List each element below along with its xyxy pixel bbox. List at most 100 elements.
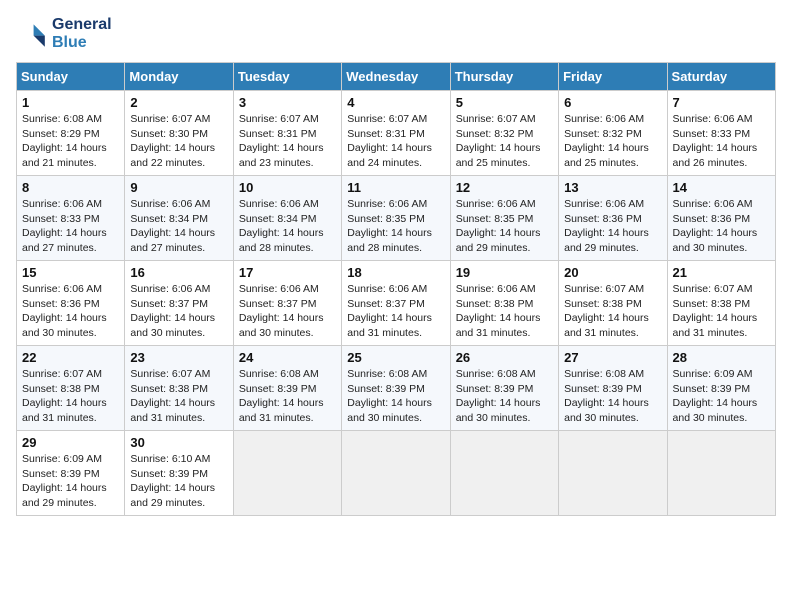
day-cell-9: 9 Sunrise: 6:06 AM Sunset: 8:34 PM Dayli… [125, 176, 233, 261]
day-number: 15 [22, 265, 119, 280]
day-cell-2: 2 Sunrise: 6:07 AM Sunset: 8:30 PM Dayli… [125, 91, 233, 176]
day-number: 16 [130, 265, 227, 280]
day-detail: Sunrise: 6:08 AM Sunset: 8:39 PM Dayligh… [564, 367, 661, 426]
day-cell-20: 20 Sunrise: 6:07 AM Sunset: 8:38 PM Dayl… [559, 261, 667, 346]
day-cell-4: 4 Sunrise: 6:07 AM Sunset: 8:31 PM Dayli… [342, 91, 450, 176]
header-sunday: Sunday [17, 63, 125, 91]
logo-text: General Blue [52, 16, 112, 52]
day-detail: Sunrise: 6:08 AM Sunset: 8:39 PM Dayligh… [347, 367, 444, 426]
day-number: 11 [347, 180, 444, 195]
day-cell-1: 1 Sunrise: 6:08 AM Sunset: 8:29 PM Dayli… [17, 91, 125, 176]
day-number: 25 [347, 350, 444, 365]
header-thursday: Thursday [450, 63, 558, 91]
day-detail: Sunrise: 6:06 AM Sunset: 8:37 PM Dayligh… [130, 282, 227, 341]
day-number: 23 [130, 350, 227, 365]
day-detail: Sunrise: 6:08 AM Sunset: 8:29 PM Dayligh… [22, 112, 119, 171]
day-number: 21 [673, 265, 770, 280]
header-monday: Monday [125, 63, 233, 91]
day-number: 17 [239, 265, 336, 280]
logo: General Blue [16, 16, 112, 52]
day-detail: Sunrise: 6:06 AM Sunset: 8:34 PM Dayligh… [130, 197, 227, 256]
day-cell-18: 18 Sunrise: 6:06 AM Sunset: 8:37 PM Dayl… [342, 261, 450, 346]
day-detail: Sunrise: 6:08 AM Sunset: 8:39 PM Dayligh… [239, 367, 336, 426]
day-number: 14 [673, 180, 770, 195]
day-detail: Sunrise: 6:07 AM Sunset: 8:38 PM Dayligh… [673, 282, 770, 341]
empty-cell [342, 431, 450, 516]
day-number: 6 [564, 95, 661, 110]
day-cell-8: 8 Sunrise: 6:06 AM Sunset: 8:33 PM Dayli… [17, 176, 125, 261]
day-number: 19 [456, 265, 553, 280]
day-number: 9 [130, 180, 227, 195]
header-wednesday: Wednesday [342, 63, 450, 91]
week-row-5: 29 Sunrise: 6:09 AM Sunset: 8:39 PM Dayl… [17, 431, 776, 516]
day-detail: Sunrise: 6:06 AM Sunset: 8:35 PM Dayligh… [456, 197, 553, 256]
day-cell-26: 26 Sunrise: 6:08 AM Sunset: 8:39 PM Dayl… [450, 346, 558, 431]
day-cell-23: 23 Sunrise: 6:07 AM Sunset: 8:38 PM Dayl… [125, 346, 233, 431]
day-cell-28: 28 Sunrise: 6:09 AM Sunset: 8:39 PM Dayl… [667, 346, 775, 431]
day-detail: Sunrise: 6:06 AM Sunset: 8:36 PM Dayligh… [564, 197, 661, 256]
day-detail: Sunrise: 6:06 AM Sunset: 8:35 PM Dayligh… [347, 197, 444, 256]
day-detail: Sunrise: 6:06 AM Sunset: 8:38 PM Dayligh… [456, 282, 553, 341]
day-cell-3: 3 Sunrise: 6:07 AM Sunset: 8:31 PM Dayli… [233, 91, 341, 176]
day-number: 3 [239, 95, 336, 110]
day-cell-19: 19 Sunrise: 6:06 AM Sunset: 8:38 PM Dayl… [450, 261, 558, 346]
day-number: 26 [456, 350, 553, 365]
day-detail: Sunrise: 6:06 AM Sunset: 8:33 PM Dayligh… [673, 112, 770, 171]
day-number: 28 [673, 350, 770, 365]
day-detail: Sunrise: 6:09 AM Sunset: 8:39 PM Dayligh… [673, 367, 770, 426]
week-row-4: 22 Sunrise: 6:07 AM Sunset: 8:38 PM Dayl… [17, 346, 776, 431]
day-number: 4 [347, 95, 444, 110]
logo-icon [16, 18, 48, 50]
day-detail: Sunrise: 6:06 AM Sunset: 8:37 PM Dayligh… [239, 282, 336, 341]
day-cell-27: 27 Sunrise: 6:08 AM Sunset: 8:39 PM Dayl… [559, 346, 667, 431]
day-number: 1 [22, 95, 119, 110]
day-number: 10 [239, 180, 336, 195]
day-cell-25: 25 Sunrise: 6:08 AM Sunset: 8:39 PM Dayl… [342, 346, 450, 431]
week-row-1: 1 Sunrise: 6:08 AM Sunset: 8:29 PM Dayli… [17, 91, 776, 176]
day-cell-12: 12 Sunrise: 6:06 AM Sunset: 8:35 PM Dayl… [450, 176, 558, 261]
day-cell-16: 16 Sunrise: 6:06 AM Sunset: 8:37 PM Dayl… [125, 261, 233, 346]
day-number: 7 [673, 95, 770, 110]
day-cell-15: 15 Sunrise: 6:06 AM Sunset: 8:36 PM Dayl… [17, 261, 125, 346]
day-number: 18 [347, 265, 444, 280]
weekday-header-row: Sunday Monday Tuesday Wednesday Thursday… [17, 63, 776, 91]
day-cell-29: 29 Sunrise: 6:09 AM Sunset: 8:39 PM Dayl… [17, 431, 125, 516]
day-cell-17: 17 Sunrise: 6:06 AM Sunset: 8:37 PM Dayl… [233, 261, 341, 346]
day-detail: Sunrise: 6:07 AM Sunset: 8:30 PM Dayligh… [130, 112, 227, 171]
day-detail: Sunrise: 6:07 AM Sunset: 8:38 PM Dayligh… [130, 367, 227, 426]
day-cell-5: 5 Sunrise: 6:07 AM Sunset: 8:32 PM Dayli… [450, 91, 558, 176]
day-detail: Sunrise: 6:06 AM Sunset: 8:33 PM Dayligh… [22, 197, 119, 256]
day-detail: Sunrise: 6:07 AM Sunset: 8:38 PM Dayligh… [564, 282, 661, 341]
day-detail: Sunrise: 6:06 AM Sunset: 8:36 PM Dayligh… [22, 282, 119, 341]
day-cell-24: 24 Sunrise: 6:08 AM Sunset: 8:39 PM Dayl… [233, 346, 341, 431]
day-number: 2 [130, 95, 227, 110]
day-number: 12 [456, 180, 553, 195]
day-detail: Sunrise: 6:06 AM Sunset: 8:34 PM Dayligh… [239, 197, 336, 256]
week-row-2: 8 Sunrise: 6:06 AM Sunset: 8:33 PM Dayli… [17, 176, 776, 261]
header-friday: Friday [559, 63, 667, 91]
day-detail: Sunrise: 6:07 AM Sunset: 8:31 PM Dayligh… [239, 112, 336, 171]
day-detail: Sunrise: 6:09 AM Sunset: 8:39 PM Dayligh… [22, 452, 119, 511]
day-number: 24 [239, 350, 336, 365]
day-cell-14: 14 Sunrise: 6:06 AM Sunset: 8:36 PM Dayl… [667, 176, 775, 261]
day-number: 5 [456, 95, 553, 110]
day-detail: Sunrise: 6:06 AM Sunset: 8:32 PM Dayligh… [564, 112, 661, 171]
empty-cell [667, 431, 775, 516]
day-number: 29 [22, 435, 119, 450]
header-tuesday: Tuesday [233, 63, 341, 91]
day-detail: Sunrise: 6:06 AM Sunset: 8:37 PM Dayligh… [347, 282, 444, 341]
day-cell-13: 13 Sunrise: 6:06 AM Sunset: 8:36 PM Dayl… [559, 176, 667, 261]
empty-cell [559, 431, 667, 516]
day-cell-11: 11 Sunrise: 6:06 AM Sunset: 8:35 PM Dayl… [342, 176, 450, 261]
day-number: 8 [22, 180, 119, 195]
empty-cell [233, 431, 341, 516]
day-number: 22 [22, 350, 119, 365]
day-cell-22: 22 Sunrise: 6:07 AM Sunset: 8:38 PM Dayl… [17, 346, 125, 431]
day-cell-21: 21 Sunrise: 6:07 AM Sunset: 8:38 PM Dayl… [667, 261, 775, 346]
day-detail: Sunrise: 6:07 AM Sunset: 8:32 PM Dayligh… [456, 112, 553, 171]
week-row-3: 15 Sunrise: 6:06 AM Sunset: 8:36 PM Dayl… [17, 261, 776, 346]
day-number: 20 [564, 265, 661, 280]
header-saturday: Saturday [667, 63, 775, 91]
empty-cell [450, 431, 558, 516]
day-cell-6: 6 Sunrise: 6:06 AM Sunset: 8:32 PM Dayli… [559, 91, 667, 176]
